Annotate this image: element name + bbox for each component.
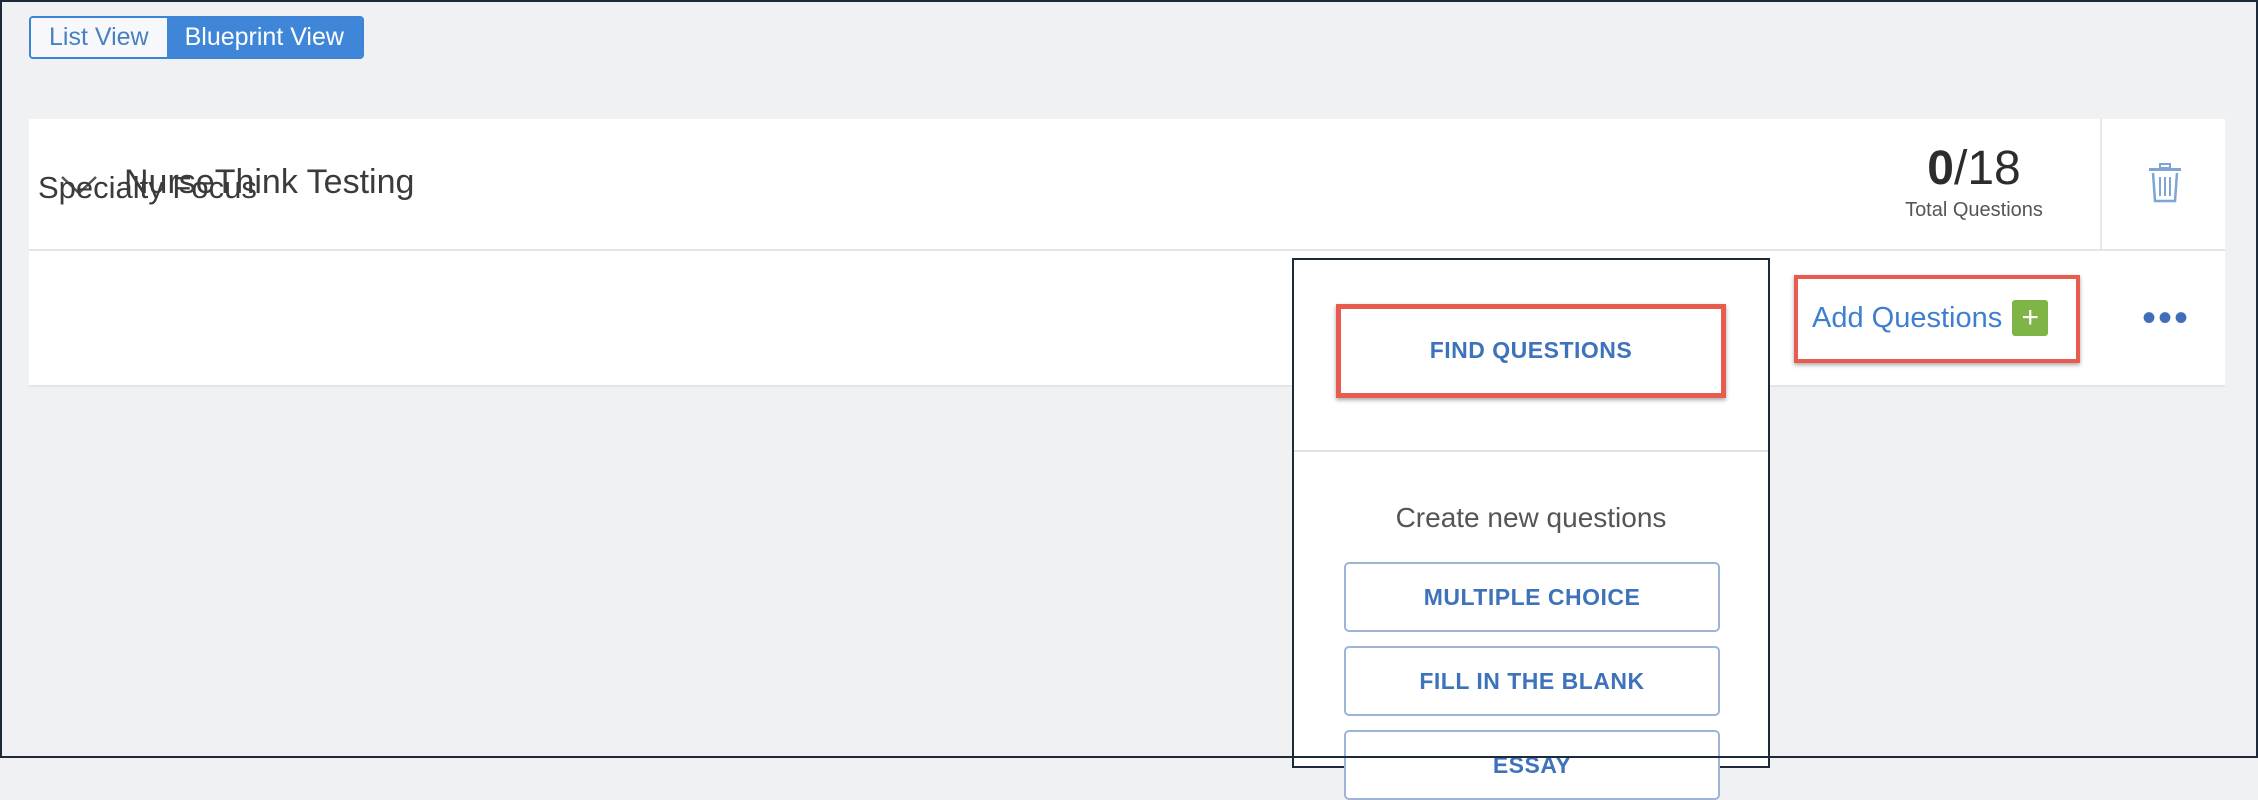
subsection-title: Specialty Focus — [38, 170, 257, 205]
add-questions-label: Add Questions — [1812, 301, 2003, 334]
header-divider — [2100, 119, 2102, 249]
tab-list-view[interactable]: List View — [31, 18, 167, 57]
multiple-choice-button[interactable]: MULTIPLE CHOICE — [1344, 562, 1720, 632]
trash-icon[interactable] — [2147, 163, 2183, 203]
find-questions-button[interactable]: FIND QUESTIONS — [1350, 318, 1712, 382]
create-new-label: Create new questions — [1395, 502, 1667, 533]
count-current: 0 — [1927, 142, 1954, 195]
dropdown-divider — [1294, 450, 1768, 452]
section-header: NurseThink Testing 0/18 Total Questions — [29, 119, 2225, 251]
add-questions-button[interactable]: Add Questions + — [1812, 300, 2049, 336]
view-toggle: List View Blueprint View — [29, 16, 364, 59]
question-count: 0/18 Total Questions — [1889, 141, 2059, 222]
count-label: Total Questions — [1905, 199, 2043, 221]
plus-icon: + — [2012, 300, 2049, 336]
count-total: /18 — [1953, 142, 2021, 195]
tab-blueprint-view[interactable]: Blueprint View — [166, 18, 362, 57]
add-questions-dropdown: FIND QUESTIONS Create new questions MULT… — [1292, 258, 1770, 800]
essay-button[interactable]: ESSAY — [1344, 730, 1720, 800]
more-options-icon[interactable]: ••• — [2142, 296, 2190, 341]
fill-in-the-blank-button[interactable]: FILL IN THE BLANK — [1344, 646, 1720, 716]
